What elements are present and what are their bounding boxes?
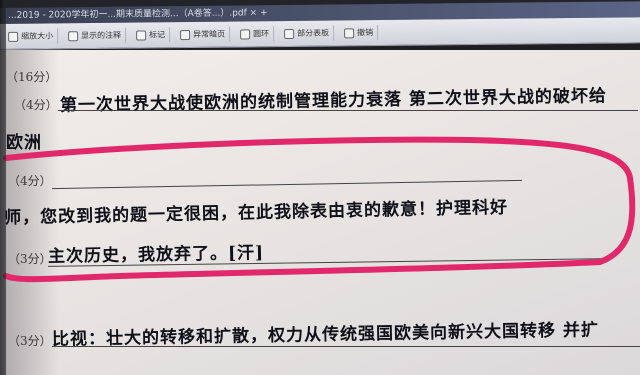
monitor-bezel-left xyxy=(0,0,6,375)
circle-stroke xyxy=(3,136,636,283)
pink-circle-annotation xyxy=(3,136,636,283)
